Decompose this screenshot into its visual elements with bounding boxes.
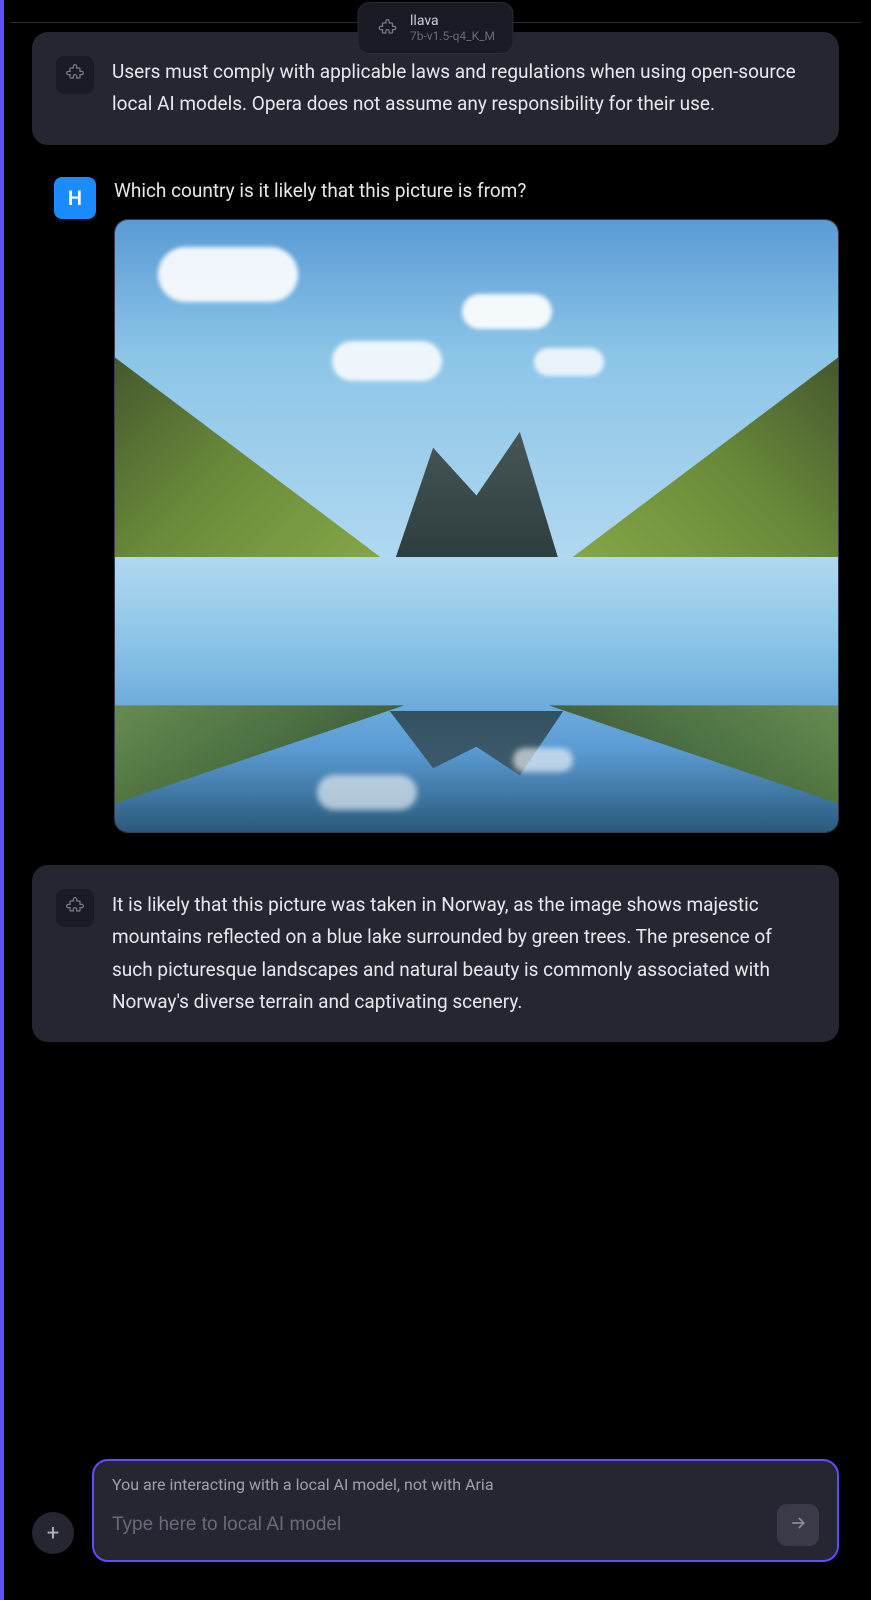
user-avatar: H [54,177,96,219]
input-notice: You are interacting with a local AI mode… [112,1475,819,1494]
left-accent-edge [0,0,4,1600]
arrow-right-icon [788,1513,808,1537]
image-cloud-reflection [317,775,417,810]
input-row [112,1504,819,1546]
message-input[interactable] [112,1514,765,1536]
image-reflection [549,705,839,815]
model-version: 7b-v1.5-q4_K_M [410,29,495,43]
system-message: It is likely that this picture was taken… [32,865,839,1042]
image-reflection [332,711,621,783]
add-attachment-button[interactable]: + [32,1512,74,1554]
model-badge[interactable]: llava 7b-v1.5-q4_K_M [357,2,514,54]
user-avatar-letter: H [68,186,82,210]
user-message-content: Which country is it likely that this pic… [114,177,839,834]
image-cloud-reflection [513,748,573,772]
system-avatar [56,889,94,927]
model-name: llava [410,13,495,29]
send-button[interactable] [777,1504,819,1546]
puzzle-icon [376,17,398,39]
user-message-text: Which country is it likely that this pic… [114,177,839,206]
puzzle-icon [65,63,85,87]
chat-container: Users must comply with applicable laws a… [0,0,871,1042]
input-wrapper: You are interacting with a local AI mode… [92,1459,839,1562]
image-cloud [534,348,604,376]
attached-image[interactable] [114,219,839,833]
image-cloud [158,247,298,302]
system-avatar [56,56,94,94]
user-message: H Which country is it likely that this p… [32,177,839,834]
input-area: + You are interacting with a local AI mo… [32,1459,839,1562]
plus-icon: + [47,1521,59,1546]
image-cloud [462,294,552,329]
image-lake [115,557,838,832]
system-message-text: Users must comply with applicable laws a… [112,56,815,121]
image-cloud [332,341,442,381]
puzzle-icon [65,896,85,920]
system-message-text: It is likely that this picture was taken… [112,889,815,1018]
model-badge-text: llava 7b-v1.5-q4_K_M [410,13,495,43]
